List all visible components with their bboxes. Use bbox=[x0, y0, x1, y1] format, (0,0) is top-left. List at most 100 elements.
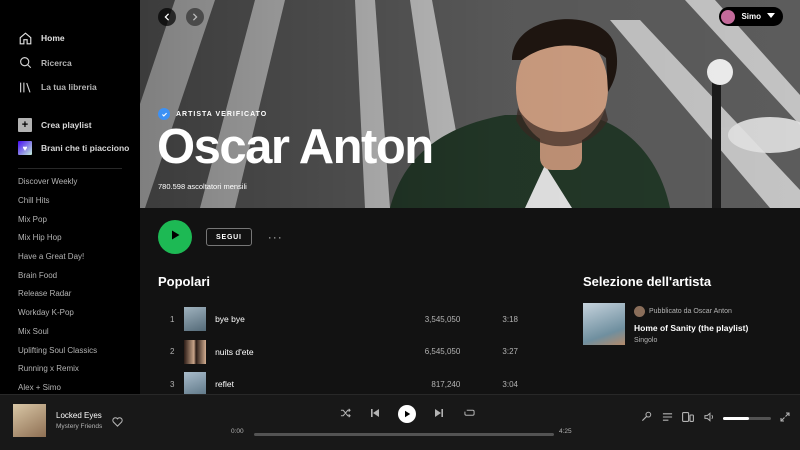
elapsed-time: 0:00 bbox=[231, 428, 244, 435]
next-button[interactable] bbox=[432, 407, 446, 421]
track-title: reflet bbox=[215, 379, 234, 390]
connect-device-button[interactable] bbox=[681, 411, 695, 425]
plus-icon: + bbox=[18, 118, 32, 132]
sidebar-playlist-item[interactable]: Brain Food bbox=[0, 266, 140, 285]
microphone-icon bbox=[641, 409, 652, 427]
track-row[interactable]: 3 reflet 817,240 3:04 bbox=[158, 368, 518, 394]
previous-button[interactable] bbox=[368, 407, 382, 421]
artist-pick-type: Singolo bbox=[634, 337, 658, 344]
monthly-listeners: 780.598 ascoltatori mensili bbox=[158, 182, 247, 191]
now-playing-artist[interactable]: Mystery Friends bbox=[56, 423, 102, 430]
sidebar-divider bbox=[18, 167, 122, 169]
track-plays: 6,545,050 bbox=[424, 347, 461, 357]
expand-icon bbox=[780, 409, 790, 427]
track-row[interactable]: 2 nuits d'ete 6,545,050 3:27 bbox=[158, 336, 518, 369]
popular-heading: Popolari bbox=[158, 274, 211, 289]
artist-pick-info: Pubblicato da Oscar Anton Home of Sanity… bbox=[634, 303, 748, 345]
play-icon bbox=[403, 405, 411, 423]
shuffle-button[interactable] bbox=[338, 407, 352, 421]
sidebar-playlist-item[interactable]: Release Radar bbox=[0, 285, 140, 304]
sidebar-item-home[interactable]: Home bbox=[0, 26, 140, 50]
published-by-text: Pubblicato da Oscar Anton bbox=[649, 308, 732, 315]
liked-songs-label: Brani che ti piacciono bbox=[41, 143, 130, 153]
track-number: 3 bbox=[170, 379, 175, 389]
user-menu-button[interactable]: Simo bbox=[719, 7, 783, 26]
sidebar-playlist-item[interactable]: Uplifting Soul Classics bbox=[0, 341, 140, 360]
sidebar-item-search[interactable]: Ricerca bbox=[0, 51, 140, 75]
progress-bar[interactable] bbox=[254, 433, 554, 436]
fullscreen-button[interactable] bbox=[778, 411, 792, 425]
sidebar-item-label: La tua libreria bbox=[41, 82, 97, 92]
track-number: 1 bbox=[170, 314, 175, 324]
repeat-icon bbox=[463, 405, 475, 423]
heart-outline-icon bbox=[112, 414, 123, 431]
avatar bbox=[721, 9, 736, 24]
forward-button[interactable] bbox=[186, 8, 204, 26]
skip-forward-icon bbox=[434, 405, 444, 423]
track-title: nuits d'ete bbox=[215, 346, 254, 357]
track-duration: 3:18 bbox=[502, 314, 518, 324]
track-title: bye bye bbox=[215, 314, 245, 325]
mute-button[interactable] bbox=[702, 411, 716, 425]
chevron-right-icon bbox=[191, 8, 199, 26]
volume-slider[interactable] bbox=[723, 416, 771, 420]
track-plays: 817,240 bbox=[431, 379, 461, 389]
page-title: Oscar Anton bbox=[157, 120, 434, 174]
track-row[interactable]: 1 bye bye 3,545,050 3:18 bbox=[158, 303, 518, 336]
create-playlist-button[interactable]: + Crea playlist bbox=[0, 114, 140, 137]
queue-icon bbox=[662, 409, 673, 427]
shuffle-icon bbox=[340, 405, 351, 423]
more-options-button[interactable]: ··· bbox=[268, 230, 283, 244]
now-playing-cover[interactable] bbox=[13, 404, 46, 437]
sidebar-playlist-item[interactable]: Have a Great Day! bbox=[0, 247, 140, 266]
play-icon bbox=[169, 228, 181, 246]
artist-pick-card[interactable]: Pubblicato da Oscar Anton Home of Sanity… bbox=[583, 303, 748, 345]
sidebar-item-library[interactable]: La tua libreria bbox=[0, 75, 140, 99]
play-artist-button[interactable] bbox=[158, 220, 192, 254]
artist-pick-heading: Selezione dell'artista bbox=[583, 274, 712, 289]
sidebar-playlist-item[interactable]: Mix Hip Hop bbox=[0, 229, 140, 248]
sidebar-playlist-item[interactable]: Mix Pop bbox=[0, 210, 140, 229]
track-duration: 3:04 bbox=[502, 379, 518, 389]
user-name: Simo bbox=[741, 12, 761, 21]
artist-header: Simo ARTISTA VERIFICATO Oscar Anton 780.… bbox=[140, 0, 800, 208]
follow-button[interactable]: SEGUI bbox=[206, 228, 252, 246]
sidebar-playlist-item[interactable]: Mix Soul bbox=[0, 322, 140, 341]
track-duration: 3:27 bbox=[502, 347, 518, 357]
search-icon bbox=[18, 56, 32, 70]
sidebar-item-label: Ricerca bbox=[41, 57, 72, 68]
extra-controls bbox=[639, 411, 792, 425]
devices-icon bbox=[682, 409, 694, 427]
queue-button[interactable] bbox=[660, 411, 674, 425]
back-button[interactable] bbox=[158, 8, 176, 26]
artist-pick-name: Home of Sanity (the playlist) bbox=[634, 323, 749, 333]
avatar bbox=[634, 306, 645, 317]
track-plays: 3,545,050 bbox=[424, 314, 461, 324]
now-playing-title[interactable]: Locked Eyes bbox=[56, 411, 102, 420]
sidebar-playlist-item[interactable]: Discover Weekly bbox=[0, 173, 140, 192]
create-playlist-label: Crea playlist bbox=[41, 120, 92, 130]
play-pause-button[interactable] bbox=[398, 405, 416, 423]
chevron-left-icon bbox=[163, 8, 171, 26]
playback-controls bbox=[338, 405, 476, 423]
player-bar: Locked Eyes Mystery Friends 0:00 4:25 bbox=[0, 394, 800, 450]
sidebar-playlist-item[interactable]: Chill Hits bbox=[0, 191, 140, 210]
artist-pick-cover bbox=[583, 303, 625, 345]
sidebar-playlist-item[interactable]: Running x Remix bbox=[0, 359, 140, 378]
home-icon bbox=[18, 31, 32, 45]
main-content: Simo ARTISTA VERIFICATO Oscar Anton 780.… bbox=[140, 0, 800, 394]
sidebar-playlist-item[interactable]: Workday K-Pop bbox=[0, 303, 140, 322]
liked-songs-button[interactable]: ♥ Brani che ti piacciono bbox=[0, 137, 140, 160]
volume-icon bbox=[703, 409, 715, 427]
sidebar: Home Ricerca La tua libreria + Crea play… bbox=[0, 0, 140, 394]
repeat-button[interactable] bbox=[462, 407, 476, 421]
lyrics-button[interactable] bbox=[639, 411, 653, 425]
track-number: 2 bbox=[170, 347, 175, 357]
action-bar: SEGUI ··· bbox=[158, 220, 283, 254]
artist-pick-publisher: Pubblicato da Oscar Anton bbox=[634, 306, 748, 317]
track-cover bbox=[184, 339, 207, 364]
track-cover bbox=[184, 307, 207, 332]
like-button[interactable] bbox=[112, 414, 123, 432]
track-cover bbox=[184, 372, 207, 394]
